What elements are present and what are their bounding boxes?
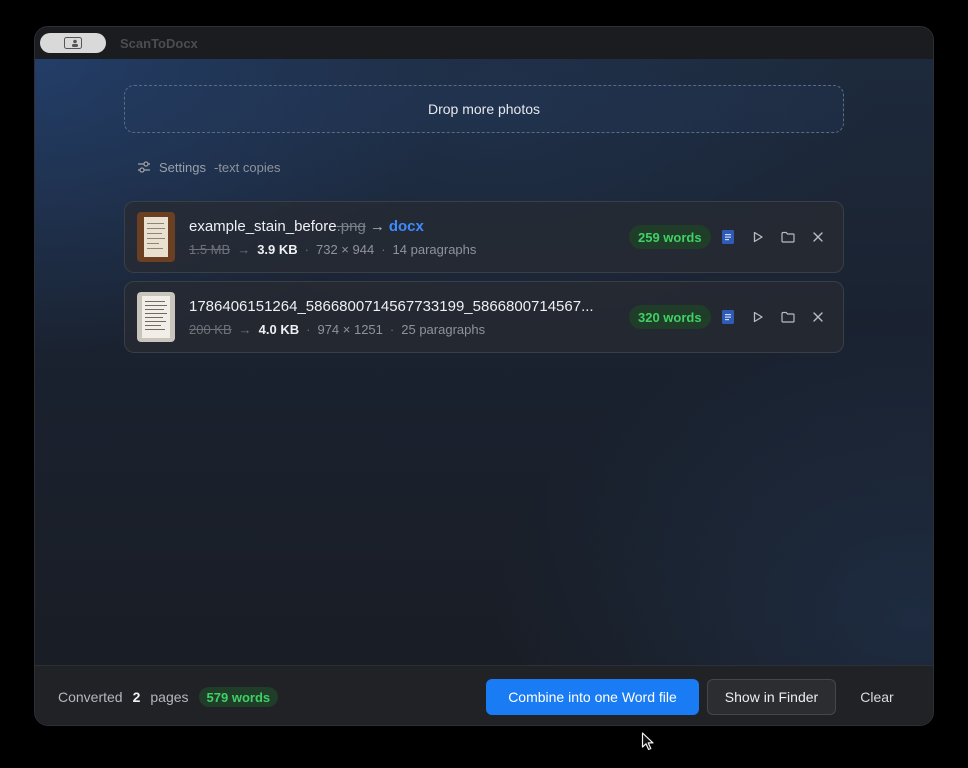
close-icon[interactable] [812,231,824,243]
convert-arrow: → [369,218,385,235]
dot-separator: · [306,322,311,337]
show-in-finder-button[interactable]: Show in Finder [707,679,836,715]
arrow-separator: → [237,242,251,257]
play-icon[interactable] [752,311,764,323]
image-dimensions: 974 × 1251 [317,322,383,337]
file-meta: 200 KB → 4.0 KB · 974 × 1251 · 25 paragr… [189,322,485,337]
mouse-cursor-icon [641,732,654,751]
file-name: example_stain_before.png → docx [189,218,609,235]
total-words-badge: 579 words [198,687,279,707]
file-row[interactable]: example_stain_before.png → docx 1.5 MB → 3… [124,201,844,273]
sliders-icon [138,161,150,173]
file-name-base: example_stain_before [189,218,337,235]
file-name-base: 1786406151264_5866800714567733199_586680… [189,298,594,315]
word-doc-icon[interactable] [722,310,734,324]
converted-size: 4.0 KB [258,322,300,337]
word-count-badge: 320 words [629,305,711,329]
converted-size: 3.9 KB [257,242,298,257]
original-size: 200 KB [189,322,232,337]
dot-separator: · [389,322,395,337]
clear-button[interactable]: Clear [845,679,909,715]
paragraph-count: 25 paragraphs [401,322,486,337]
page-count: 2 [132,689,141,705]
folder-icon[interactable] [781,231,795,243]
folder-icon[interactable] [781,311,795,323]
file-original-extension: .png [336,218,366,235]
settings-label: Settings [159,159,206,175]
app-title: ScanToDocx [120,35,198,51]
file-row[interactable]: 1786406151264_5866800714567733199_586680… [124,281,844,353]
combine-button[interactable]: Combine into one Word file [486,679,699,715]
main-content: Drop more photos Settings -text copies e… [35,59,933,665]
play-icon[interactable] [752,231,764,243]
file-thumbnail [137,212,175,262]
app-window: ScanToDocx Drop more photos Settings -te… [34,26,934,726]
titlebar: ScanToDocx [35,27,933,59]
drop-zone[interactable]: Drop more photos [124,85,844,133]
settings-toggle[interactable]: Settings -text copies [137,157,280,177]
conversion-summary: Converted 2 pages 579 words [58,687,279,707]
file-name: 1786406151264_5866800714567733199_586680… [189,298,609,315]
drop-zone-label: Drop more photos [427,101,541,117]
arrow-separator: → [238,322,252,337]
file-meta: 1.5 MB → 3.9 KB · 732 × 944 · 14 paragra… [189,242,476,257]
file-target-extension: docx [388,218,424,235]
footer-bar: Converted 2 pages 579 words Combine into… [35,665,933,725]
dot-separator: · [304,242,309,257]
word-count-badge: 259 words [629,225,711,249]
paragraph-count: 14 paragraphs [392,242,477,257]
original-size: 1.5 MB [189,242,231,257]
close-icon[interactable] [812,311,824,323]
pages-label: pages [150,689,189,705]
sidebar-toggle-icon [64,37,82,49]
file-thumbnail [137,292,175,342]
settings-detail: -text copies [213,159,281,175]
converted-label: Converted [58,689,123,705]
image-dimensions: 732 × 944 [316,242,375,257]
word-doc-icon[interactable] [722,230,734,244]
dot-separator: · [381,242,386,257]
sidebar-toggle-button[interactable] [40,33,106,53]
